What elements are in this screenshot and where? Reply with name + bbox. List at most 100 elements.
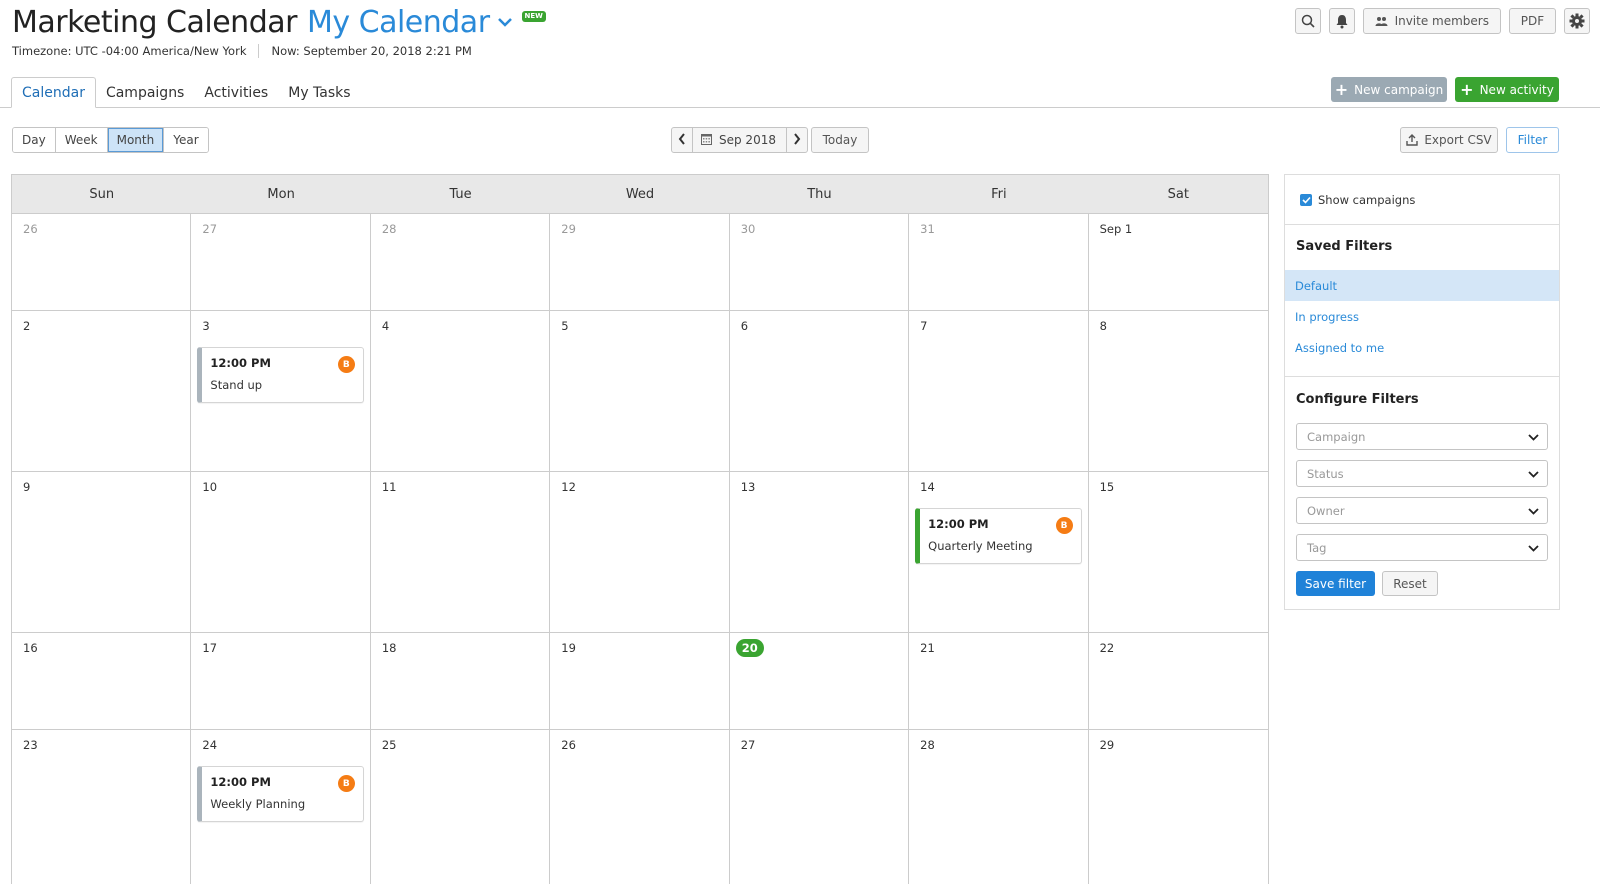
today-label: Today bbox=[822, 133, 858, 147]
calendar-event[interactable]: 12:00 PM Weekly Planning B bbox=[197, 766, 364, 822]
day-number: 2 bbox=[23, 319, 31, 333]
next-month-button[interactable] bbox=[785, 128, 807, 152]
invite-members-button[interactable]: Invite members bbox=[1362, 8, 1501, 34]
calendar-day-cell[interactable]: 24 12:00 PM Weekly Planning B bbox=[191, 730, 371, 884]
chevron-left-icon bbox=[678, 132, 686, 148]
new-activity-button[interactable]: + New activity bbox=[1455, 77, 1559, 102]
calendar-day-cell[interactable]: 28 bbox=[909, 730, 1089, 884]
calendar-day-cell[interactable]: 12 bbox=[550, 472, 730, 632]
calendar-day-cell[interactable]: 3 12:00 PM Stand up B bbox=[191, 311, 371, 471]
calendar-day-cell[interactable]: 28 bbox=[371, 214, 551, 310]
calendar-day-cell[interactable]: 22 bbox=[1089, 633, 1268, 729]
view-day-button[interactable]: Day bbox=[13, 128, 56, 152]
calendar-day-cell[interactable]: 2 bbox=[12, 311, 192, 471]
owner-select[interactable]: Owner bbox=[1296, 497, 1548, 524]
calendar-day-cell[interactable]: 11 bbox=[371, 472, 551, 632]
day-number: 28 bbox=[381, 222, 397, 236]
filter-button[interactable]: Filter bbox=[1506, 127, 1559, 153]
filter-actions: Save filter Reset bbox=[1285, 571, 1559, 596]
current-period-label: Sep 2018 bbox=[719, 133, 776, 147]
calendar-day-cell[interactable]: 16 bbox=[12, 633, 192, 729]
calendar-day-cell[interactable]: 18 bbox=[371, 633, 551, 729]
tab-calendar[interactable]: Calendar bbox=[11, 77, 96, 108]
calendar-day-cell[interactable]: 25 bbox=[371, 730, 551, 884]
calendar-day-cell[interactable]: 10 bbox=[191, 472, 371, 632]
calendar-day-cell[interactable]: 5 bbox=[550, 311, 730, 471]
timezone-label: Timezone: UTC -04:00 America/New York bbox=[12, 44, 247, 58]
show-campaigns-toggle[interactable]: Show campaigns bbox=[1285, 175, 1559, 225]
day-number: 19 bbox=[561, 641, 576, 655]
previous-month-button[interactable] bbox=[672, 128, 693, 152]
calendar-day-cell[interactable]: 14 12:00 PM Quarterly Meeting B bbox=[909, 472, 1089, 632]
pdf-button[interactable]: PDF bbox=[1509, 8, 1556, 34]
chevron-down-icon bbox=[1528, 467, 1539, 481]
campaign-select[interactable]: Campaign bbox=[1296, 423, 1548, 450]
calendar-day-cell[interactable]: 26 bbox=[550, 730, 730, 884]
saved-filter-default[interactable]: Default bbox=[1285, 270, 1559, 301]
calendar-day-cell[interactable]: 30 bbox=[730, 214, 910, 310]
calendar-day-cell[interactable]: 7 bbox=[909, 311, 1089, 471]
plus-icon: + bbox=[1460, 79, 1474, 99]
view-month-button[interactable]: Month bbox=[107, 128, 165, 152]
save-filter-button[interactable]: Save filter bbox=[1296, 571, 1375, 596]
timezone-info: Timezone: UTC -04:00 America/New York No… bbox=[12, 44, 472, 58]
notifications-button[interactable] bbox=[1328, 8, 1355, 34]
day-number: 28 bbox=[920, 738, 935, 752]
tab-campaigns[interactable]: Campaigns bbox=[96, 77, 194, 108]
calendar-day-cell[interactable]: 13 bbox=[730, 472, 910, 632]
calendar-day-cell[interactable]: 21 bbox=[909, 633, 1089, 729]
export-csv-button[interactable]: Export CSV bbox=[1400, 127, 1498, 153]
calendar-day-cell[interactable]: 19 bbox=[550, 633, 730, 729]
calendar-day-cell[interactable]: 29 bbox=[1089, 730, 1268, 884]
calendar-day-cell[interactable]: Sep 1 bbox=[1089, 214, 1268, 310]
status-select[interactable]: Status bbox=[1296, 460, 1548, 487]
calendar-day-cell[interactable]: 23 bbox=[12, 730, 192, 884]
calendar-day-cell[interactable]: 9 bbox=[12, 472, 192, 632]
calendar-day-cell[interactable]: 29 bbox=[550, 214, 730, 310]
weekday-label: Thu bbox=[807, 186, 832, 202]
month-picker[interactable]: Sep 2018 bbox=[693, 128, 786, 152]
status-select-placeholder: Status bbox=[1307, 466, 1344, 481]
new-badge: NEW bbox=[521, 10, 546, 22]
calendar-day-cell[interactable]: 17 bbox=[191, 633, 371, 729]
calendar-day-cell[interactable]: 27 bbox=[191, 214, 371, 310]
new-campaign-button[interactable]: + New campaign bbox=[1331, 77, 1447, 102]
calendar-day-cell[interactable]: 27 bbox=[730, 730, 910, 884]
today-button[interactable]: Today bbox=[811, 127, 869, 153]
calendar-day-cell[interactable]: 31 bbox=[909, 214, 1089, 310]
tab-my-tasks[interactable]: My Tasks bbox=[278, 77, 360, 108]
calendar-event[interactable]: 12:00 PM Quarterly Meeting B bbox=[915, 508, 1082, 564]
configure-filters-heading: Configure Filters bbox=[1296, 392, 1419, 407]
checkbox-checked-icon[interactable] bbox=[1300, 193, 1312, 206]
event-title: Quarterly Meeting bbox=[928, 539, 1033, 553]
calendar-day-cell[interactable]: 4 bbox=[371, 311, 551, 471]
calendar-day-cell[interactable]: 6 bbox=[730, 311, 910, 471]
view-year-button[interactable]: Year bbox=[164, 128, 208, 152]
saved-filter-in-progress[interactable]: In progress bbox=[1285, 301, 1559, 332]
campaign-select-placeholder: Campaign bbox=[1307, 429, 1366, 444]
invite-members-label: Invite members bbox=[1394, 14, 1489, 28]
owner-avatar: B bbox=[337, 356, 355, 373]
calendar-day-cell[interactable]: 20 bbox=[730, 633, 910, 729]
calendar-day-cell[interactable]: 26 bbox=[12, 214, 192, 310]
chevron-down-icon[interactable] bbox=[496, 15, 514, 29]
day-number: 6 bbox=[740, 319, 749, 333]
calendar-day-cell[interactable]: 15 bbox=[1089, 472, 1268, 632]
new-activity-label: New activity bbox=[1479, 82, 1554, 97]
day-number: 14 bbox=[920, 480, 935, 494]
filter-sidebar: Show campaigns Saved Filters Default In … bbox=[1284, 174, 1560, 610]
weekday-label: Sat bbox=[1167, 186, 1189, 202]
settings-button[interactable] bbox=[1564, 8, 1590, 34]
tab-activities[interactable]: Activities bbox=[194, 77, 278, 108]
tag-select[interactable]: Tag bbox=[1296, 534, 1548, 561]
view-week-button[interactable]: Week bbox=[55, 128, 108, 152]
calendar-selector[interactable]: My Calendar bbox=[307, 5, 490, 40]
calendar-day-cell[interactable]: 8 bbox=[1089, 311, 1268, 471]
day-number: 11 bbox=[381, 480, 397, 494]
search-button[interactable] bbox=[1294, 8, 1321, 34]
reset-button[interactable]: Reset bbox=[1382, 571, 1438, 596]
calendar-event[interactable]: 12:00 PM Stand up B bbox=[197, 347, 364, 403]
day-number: 17 bbox=[202, 641, 218, 655]
saved-filter-assigned-to-me[interactable]: Assigned to me bbox=[1285, 332, 1559, 363]
export-icon bbox=[1406, 134, 1419, 146]
